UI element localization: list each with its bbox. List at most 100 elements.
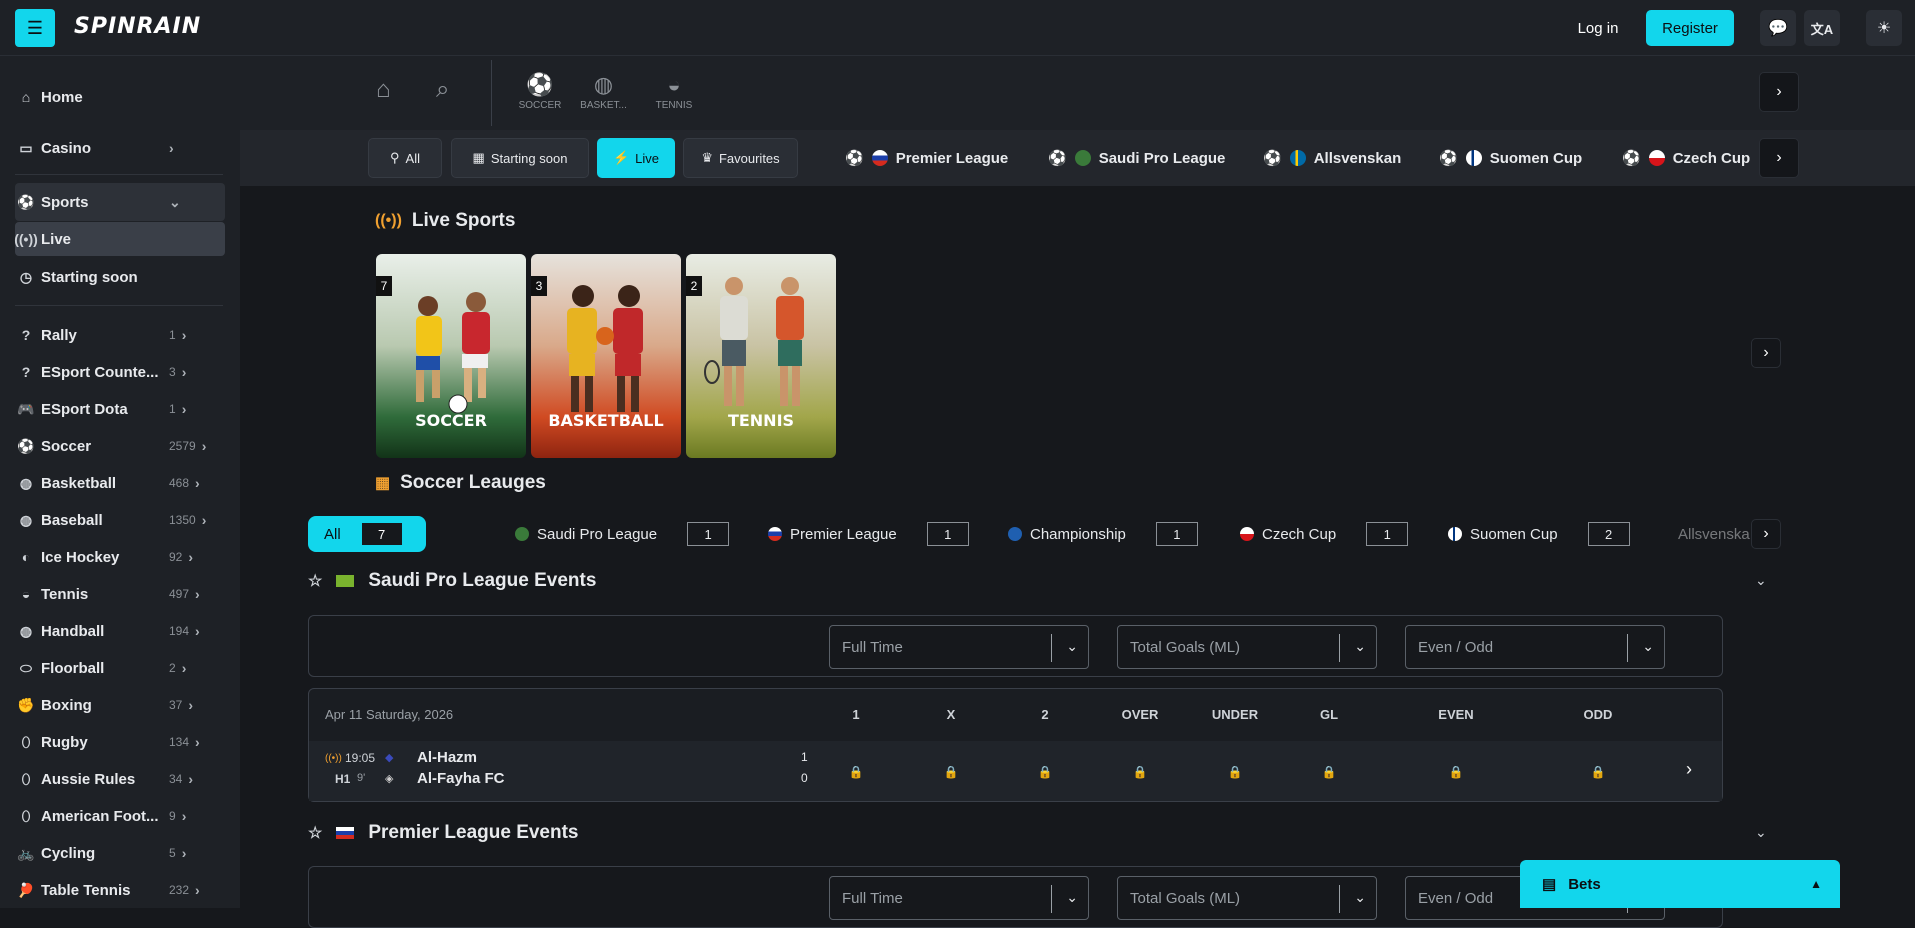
table-row[interactable]: ((•)) 19:05 H1 9' ◆ ◈ Al-Hazm Al-Fayha F…	[309, 741, 1722, 801]
live-sports-next-button[interactable]: ›	[1751, 338, 1781, 368]
league-tab-allsvenskan[interactable]: ⚽ Allsvenskan	[1263, 146, 1401, 170]
chevron-right-icon: ›	[195, 623, 200, 639]
league-filter-all[interactable]: All 7	[308, 516, 426, 552]
sidebar-item-label: Table Tennis	[41, 881, 131, 899]
calendar-icon: ▦	[472, 150, 485, 165]
live-card-basketball[interactable]: 3 BASKETBALL	[531, 254, 681, 458]
league-filter-label: All	[324, 525, 341, 543]
sidebar-item-count: 5	[169, 846, 176, 860]
sidebar-item-count: 1	[169, 328, 176, 342]
chevron-down-icon: ⌄	[1066, 889, 1078, 905]
sidebar-item-esport-counter-strike[interactable]: ? ESport Counte... 3 ›	[15, 355, 225, 389]
chip-live[interactable]: ⚡ Live	[597, 138, 675, 178]
chevron-down-icon: ⌄	[1354, 638, 1366, 654]
chip-favourites[interactable]: ♛ Favourites	[683, 138, 798, 178]
register-button[interactable]: Register	[1646, 10, 1734, 46]
market-dropdown-full-time[interactable]: Full Time ⌄	[829, 625, 1089, 669]
chat-icon: 💬	[1768, 20, 1788, 37]
chevron-right-icon[interactable]: ›	[1686, 759, 1692, 780]
match-minute: 9'	[357, 772, 366, 784]
subnav-sport-basketball[interactable]: ◍ BASKET...	[576, 72, 631, 111]
market-dropdown-full-time[interactable]: Full Time ⌄	[829, 876, 1089, 920]
sidebar-item-sports[interactable]: ⚽ Sports ⌄	[15, 183, 225, 221]
leagues-next-button[interactable]: ›	[1759, 138, 1799, 178]
sidebar-item-rally[interactable]: ? Rally 1 ›	[15, 318, 225, 352]
column-header: 1	[852, 707, 860, 722]
league-tab-premier-league[interactable]: ⚽ Premier League	[845, 146, 1008, 170]
sidebar-item-esport-dota[interactable]: 🎮 ESport Dota 1 ›	[15, 392, 225, 426]
chip-label: All	[405, 150, 420, 166]
market-dropdown-even-odd[interactable]: Even / Odd ⌄	[1405, 625, 1665, 669]
sidebar-item-basketball[interactable]: ◍ Basketball 468 ›	[15, 466, 225, 500]
chip-starting-soon[interactable]: ▦ Starting soon	[451, 138, 589, 178]
star-icon[interactable]: ☆	[308, 823, 322, 843]
sidebar-item-handball[interactable]: ◍ Handball 194 ›	[15, 614, 225, 648]
sidebar-item-ice-hockey[interactable]: ◐ Ice Hockey 92 ›	[15, 540, 225, 574]
league-filter-championship[interactable]: Championship 1	[1008, 516, 1198, 552]
betslip-toggle[interactable]: ▤ Bets ▲	[1520, 860, 1840, 908]
sidebar-item-starting-soon[interactable]: ◷ Starting soon	[15, 260, 225, 294]
lock-icon: 🔒	[943, 765, 959, 779]
sidebar-item-casino[interactable]: ▭ Casino ›	[15, 131, 225, 165]
league-tab-suomen-cup[interactable]: ⚽ Suomen Cup	[1439, 146, 1582, 170]
logo[interactable]: SPINRAIN	[74, 14, 201, 39]
live-card-count: 2	[686, 276, 702, 296]
chevron-right-icon: ›	[1763, 344, 1769, 361]
league-filter-count: 1	[926, 522, 969, 546]
chevron-right-icon: ›	[195, 586, 200, 602]
clock-icon: ◷	[19, 268, 33, 285]
sidebar-item-boxing[interactable]: ✊ Boxing 37 ›	[15, 688, 225, 722]
divider	[1627, 634, 1628, 662]
search-icon[interactable]: ⌕	[436, 76, 449, 104]
home-icon[interactable]: ⌂	[376, 76, 391, 104]
chevron-down-icon[interactable]: ⌄	[1755, 824, 1767, 841]
sidebar-item-tennis[interactable]: ◒ Tennis 497 ›	[15, 577, 225, 611]
sidebar-item-label: Rugby	[41, 733, 88, 751]
american-football-icon: ⬯	[21, 807, 31, 824]
sidebar-item-table-tennis[interactable]: 🏓 Table Tennis 232 ›	[15, 873, 225, 907]
leagues-filter-next-button[interactable]: ›	[1751, 519, 1781, 549]
sidebar-item-label: Baseball	[41, 511, 103, 529]
sidebar-item-soccer[interactable]: ⚽ Soccer 2579 ›	[15, 429, 225, 463]
theme-toggle[interactable]: ☀	[1866, 10, 1902, 46]
market-dropdown-total-goals[interactable]: Total Goals (ML) ⌄	[1117, 876, 1377, 920]
subnav-sport-soccer[interactable]: ⚽ SOCCER	[509, 72, 571, 111]
league-filter-premier-league[interactable]: Premier League 1	[768, 516, 969, 552]
events-date-header: Apr 11 Saturday, 2026	[325, 707, 454, 722]
chevron-down-icon[interactable]: ⌄	[1755, 572, 1767, 589]
market-dropdown-total-goals[interactable]: Total Goals (ML) ⌄	[1117, 625, 1377, 669]
sidebar-item-american-football[interactable]: ⬯ American Foot... 9 ›	[15, 799, 225, 833]
star-icon[interactable]: ☆	[308, 571, 322, 591]
league-filter-suomen-cup[interactable]: Suomen Cup 2	[1448, 516, 1630, 552]
league-filter-count: 1	[1155, 522, 1198, 546]
sidebar-item-aussie-rules[interactable]: ⬯ Aussie Rules 34 ›	[15, 762, 225, 796]
live-icon: ((•))	[14, 231, 38, 247]
login-button[interactable]: Log in	[1560, 10, 1636, 46]
sidebar-item-baseball[interactable]: ◍ Baseball 1350 ›	[15, 503, 225, 537]
chip-label: Live	[635, 150, 660, 166]
league-filter-label: Saudi Pro League	[537, 525, 658, 543]
league-filter-allsvenskan[interactable]: Allsvenskan	[1670, 516, 1750, 552]
chevron-down-icon: ⌄	[169, 193, 181, 210]
league-filter-czech-cup[interactable]: Czech Cup 1	[1240, 516, 1409, 552]
soccer-ball-icon: ⚽	[1048, 150, 1067, 167]
menu-button[interactable]: ☰	[15, 9, 55, 47]
language-button[interactable]: 文A	[1804, 10, 1840, 46]
chat-button[interactable]: 💬	[1760, 10, 1796, 46]
sidebar-item-rugby[interactable]: ⬯ Rugby 134 ›	[15, 725, 225, 759]
sidebar-item-cycling[interactable]: 🚲 Cycling 5 ›	[15, 836, 225, 870]
question-icon: ?	[21, 364, 31, 380]
league-filter-saudi-pro-league[interactable]: Saudi Pro League 1	[515, 516, 730, 552]
sidebar-item-home[interactable]: ⌂ Home	[15, 80, 225, 114]
league-tab-czech-cup[interactable]: ⚽ Czech Cup	[1622, 146, 1752, 170]
league-tab-saudi-pro-league[interactable]: ⚽ Saudi Pro League	[1048, 146, 1225, 170]
sidebar-item-live[interactable]: ((•)) Live	[14, 222, 225, 256]
flag-icon	[768, 527, 782, 541]
floorball-icon: ⬭	[20, 659, 32, 676]
live-card-tennis[interactable]: 2 TENNIS	[686, 254, 836, 458]
subnav-next-button[interactable]: ›	[1759, 72, 1799, 112]
sidebar-item-floorball[interactable]: ⬭ Floorball 2 ›	[15, 651, 225, 685]
live-card-soccer[interactable]: 7 SOCCER	[376, 254, 526, 458]
chip-all[interactable]: ⚲ All	[368, 138, 442, 178]
subnav-sport-tennis[interactable]: ◒ TENNIS	[643, 72, 705, 111]
